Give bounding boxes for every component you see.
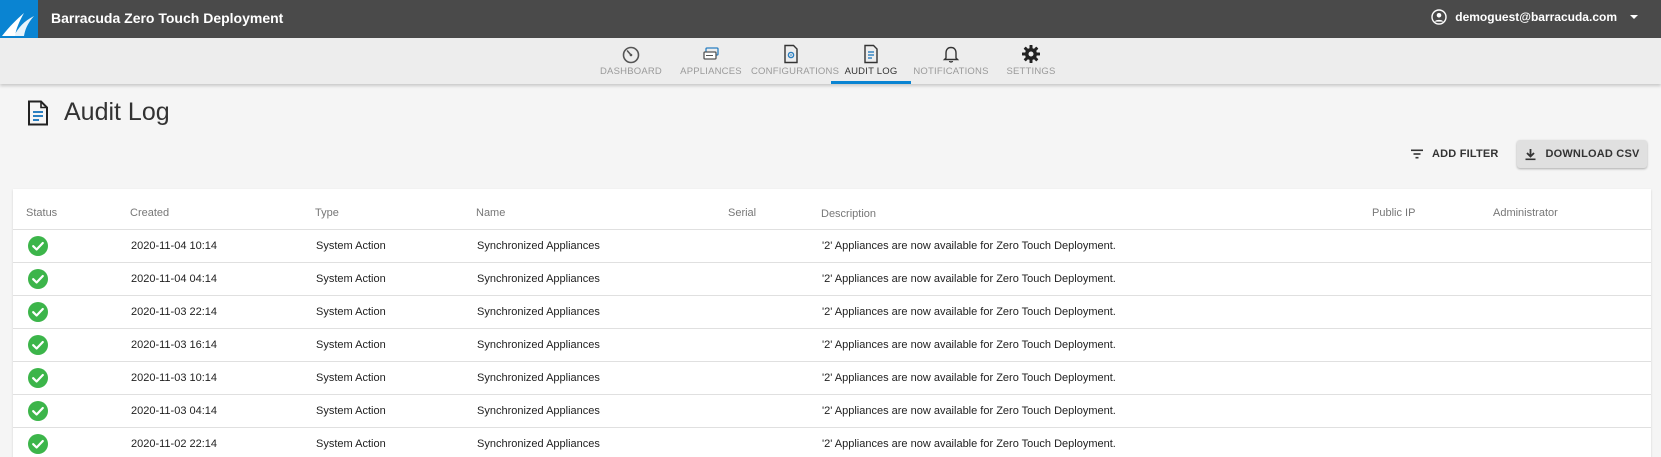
column-header-description[interactable]: Description <box>821 208 876 220</box>
success-check-icon <box>28 335 48 355</box>
table-row[interactable]: 2020-11-03 16:14 System Action Synchronize… <box>13 329 1651 362</box>
audit-log-table: Status Created Type Name Serial Descript… <box>13 189 1651 457</box>
barracuda-logo[interactable] <box>0 0 38 38</box>
type-cell: System Action <box>316 240 386 252</box>
table-row[interactable]: 2020-11-03 10:14 System Action Synchronize… <box>13 362 1651 395</box>
user-avatar-icon <box>1431 9 1447 25</box>
page-title: Audit Log <box>64 98 170 126</box>
description-cell: '2' Appliances are now available for Zer… <box>822 438 1116 450</box>
table-row[interactable]: 2020-11-03 22:14 System Action Synchronize… <box>13 296 1651 329</box>
name-cell: Synchronized Appliances <box>477 372 600 384</box>
column-header-public-ip[interactable]: Public IP <box>1372 207 1415 219</box>
created-cell: 2020-11-03 16:14 <box>131 339 218 351</box>
created-cell: 2020-11-04 04:14 <box>131 273 218 285</box>
nav-audit-log[interactable]: AUDIT LOG <box>831 38 911 84</box>
table-row[interactable]: 2020-11-03 04:14 System Action Synchronize… <box>13 395 1651 428</box>
download-csv-button[interactable]: DOWNLOAD CSV <box>1517 140 1647 168</box>
type-cell: System Action <box>316 438 386 450</box>
add-filter-button[interactable]: ADD FILTER <box>1410 140 1499 168</box>
name-cell: Synchronized Appliances <box>477 438 600 450</box>
nav-label-appliances: APPLIANCES <box>680 66 742 77</box>
column-header-administrator[interactable]: Administrator <box>1493 207 1558 219</box>
description-cell: '2' Appliances are now available for Zer… <box>822 240 1116 252</box>
gauge-icon <box>622 46 640 64</box>
type-cell: System Action <box>316 405 386 417</box>
chevron-down-icon <box>1630 15 1638 19</box>
top-bar: Barracuda Zero Touch Deployment demogues… <box>0 0 1661 38</box>
description-cell: '2' Appliances are now available for Zer… <box>822 405 1116 417</box>
document-icon <box>864 44 878 64</box>
success-check-icon <box>28 434 48 454</box>
success-check-icon <box>28 302 48 322</box>
success-check-icon <box>28 368 48 388</box>
description-cell: '2' Appliances are now available for Zer… <box>822 339 1116 351</box>
name-cell: Synchronized Appliances <box>477 273 600 285</box>
filter-icon <box>1411 149 1423 159</box>
type-cell: System Action <box>316 372 386 384</box>
type-cell: System Action <box>316 339 386 351</box>
created-cell: 2020-11-03 22:14 <box>131 306 218 318</box>
name-cell: Synchronized Appliances <box>477 240 600 252</box>
created-cell: 2020-11-02 22:14 <box>131 438 218 450</box>
user-email: demoguest@barracuda.com <box>1455 10 1617 24</box>
table-row[interactable]: 2020-11-04 04:14 System Action Synchronize… <box>13 263 1651 296</box>
user-menu[interactable]: demoguest@barracuda.com <box>1431 9 1639 25</box>
success-check-icon <box>28 236 48 256</box>
config-file-icon <box>784 44 798 64</box>
bell-icon <box>942 46 960 63</box>
nav-configurations[interactable]: CONFIGURATIONS <box>751 38 840 84</box>
table-row[interactable]: 2020-11-04 10:14 System Action Synchronize… <box>13 230 1651 263</box>
gear-icon <box>1022 45 1040 63</box>
column-header-serial[interactable]: Serial <box>728 207 756 219</box>
name-cell: Synchronized Appliances <box>477 405 600 417</box>
appliances-icon <box>703 47 719 60</box>
description-cell: '2' Appliances are now available for Zer… <box>822 372 1116 384</box>
add-filter-label: ADD FILTER <box>1432 148 1499 160</box>
nav-dashboard[interactable]: DASHBOARD <box>591 38 671 84</box>
success-check-icon <box>28 401 48 421</box>
created-cell: 2020-11-03 10:14 <box>131 372 218 384</box>
download-csv-label: DOWNLOAD CSV <box>1545 148 1640 160</box>
column-header-name[interactable]: Name <box>476 207 505 219</box>
nav-appliances[interactable]: APPLIANCES <box>671 38 751 84</box>
table-row[interactable]: 2020-11-02 22:14 System Action Synchronize… <box>13 428 1651 457</box>
type-cell: System Action <box>316 306 386 318</box>
success-check-icon <box>28 269 48 289</box>
nav-label-audit-log: AUDIT LOG <box>844 66 898 77</box>
nav-label-notifications: NOTIFICATIONS <box>913 66 989 77</box>
main-nav: DASHBOARD APPLIANCES CONFIGURATIONS AUDI… <box>0 38 1661 84</box>
type-cell: System Action <box>316 273 386 285</box>
description-cell: '2' Appliances are now available for Zer… <box>822 306 1116 318</box>
created-cell: 2020-11-03 04:14 <box>131 405 218 417</box>
page-header: Audit Log <box>27 98 170 127</box>
name-cell: Synchronized Appliances <box>477 339 600 351</box>
column-header-type[interactable]: Type <box>315 207 339 219</box>
column-header-status[interactable]: Status <box>26 207 57 219</box>
document-icon <box>28 100 48 125</box>
nav-label-configurations: CONFIGURATIONS <box>751 66 840 77</box>
column-header-created[interactable]: Created <box>130 207 169 219</box>
nav-label-settings: SETTINGS <box>1006 66 1056 77</box>
created-cell: 2020-11-04 10:14 <box>131 240 218 252</box>
nav-settings[interactable]: SETTINGS <box>991 38 1071 84</box>
app-title: Barracuda Zero Touch Deployment <box>51 10 284 26</box>
name-cell: Synchronized Appliances <box>477 306 600 318</box>
download-icon <box>1525 148 1536 160</box>
nav-label-dashboard: DASHBOARD <box>600 66 662 77</box>
description-cell: '2' Appliances are now available for Zer… <box>822 273 1116 285</box>
nav-notifications[interactable]: NOTIFICATIONS <box>911 38 991 84</box>
